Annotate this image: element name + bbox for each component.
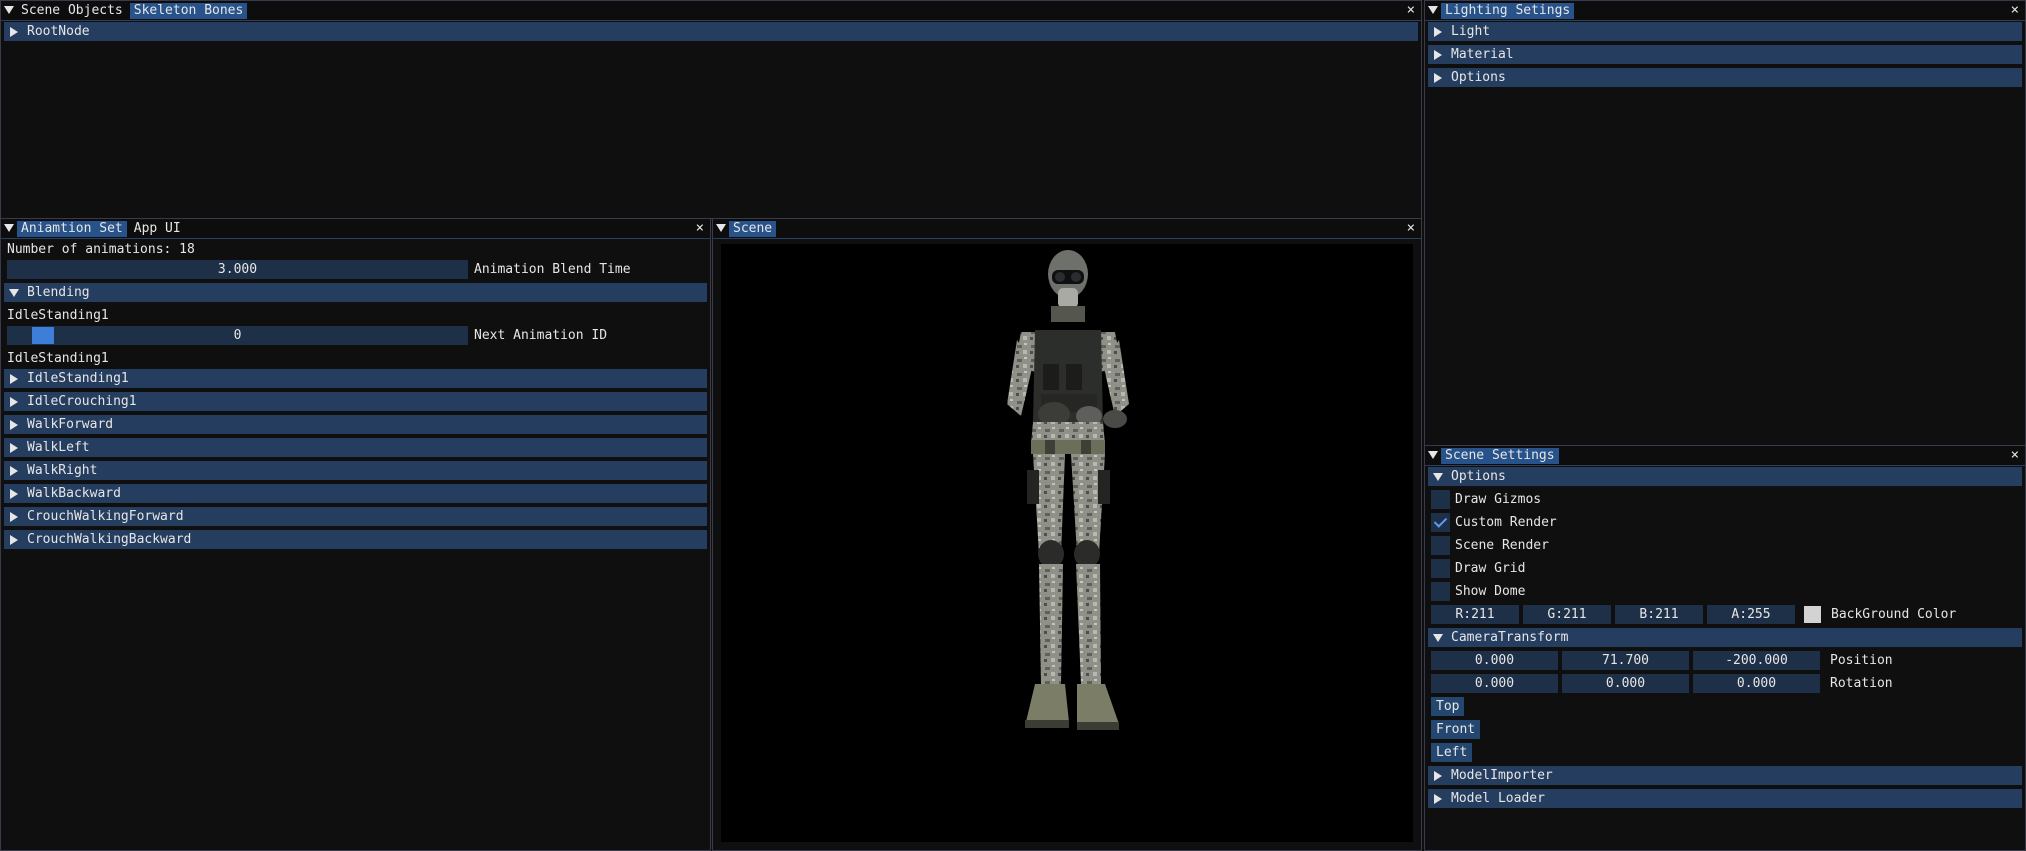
checkbox-label: Show Dome xyxy=(1455,584,1526,599)
top-button[interactable]: Top xyxy=(1431,697,1465,716)
left-button[interactable]: Left xyxy=(1431,743,1473,762)
tab-app-ui[interactable]: App UI xyxy=(130,221,185,237)
scene-objects-titlebar[interactable]: Scene Objects Skeleton Bones × xyxy=(1,1,1421,21)
rotation-z-field[interactable]: 0.000 xyxy=(1693,674,1820,693)
animation-set-window: Aniamtion Set App UI × Number of animati… xyxy=(0,218,711,851)
selected-animation-text: IdleStanding1 xyxy=(7,351,109,366)
animation-item[interactable]: CrouchWalkingForward xyxy=(4,507,707,526)
color-r-field[interactable]: R:211 xyxy=(1431,605,1519,624)
camera-transform-header[interactable]: CameraTransform xyxy=(1428,628,2022,647)
position-label: Position xyxy=(1830,653,1893,668)
animation-count: Number of animations: 18 xyxy=(7,242,195,257)
color-a-field[interactable]: A:255 xyxy=(1707,605,1795,624)
checkbox-show-dome[interactable]: Show Dome xyxy=(1431,582,2022,601)
tab-skeleton-bones[interactable]: Skeleton Bones xyxy=(129,3,248,19)
section-light[interactable]: Light xyxy=(1428,22,2022,41)
animation-item[interactable]: IdleStanding1 xyxy=(4,369,707,388)
animation-item[interactable]: WalkRight xyxy=(4,461,707,480)
collapse-arrow-icon[interactable] xyxy=(4,224,14,232)
rotation-y-field[interactable]: 0.000 xyxy=(1562,674,1689,693)
checkbox-box[interactable] xyxy=(1431,536,1450,555)
scene-titlebar[interactable]: Scene × xyxy=(713,219,1421,239)
checkbox-box[interactable] xyxy=(1431,559,1450,578)
slider-grab[interactable] xyxy=(32,327,54,344)
rotation-x-field[interactable]: 0.000 xyxy=(1431,674,1558,693)
checkbox-box[interactable] xyxy=(1431,582,1450,601)
animation-item[interactable]: WalkForward xyxy=(4,415,707,434)
animation-item[interactable]: WalkLeft xyxy=(4,438,707,457)
animation-titlebar[interactable]: Aniamtion Set App UI × xyxy=(1,219,710,239)
close-icon[interactable]: × xyxy=(696,219,704,238)
next-animation-slider[interactable]: 0 xyxy=(7,326,468,345)
checkbox-label: Draw Gizmos xyxy=(1455,492,1542,507)
color-b-field[interactable]: B:211 xyxy=(1615,605,1703,624)
scene-settings-titlebar[interactable]: Scene Settings × xyxy=(1425,446,2025,466)
section-material[interactable]: Material xyxy=(1428,45,2022,64)
next-animation-value: 0 xyxy=(233,328,242,343)
front-button[interactable]: Front xyxy=(1431,720,1481,739)
checkbox-box[interactable] xyxy=(1431,490,1450,509)
position-z-field[interactable]: -200.000 xyxy=(1693,651,1820,670)
color-g-field[interactable]: G:211 xyxy=(1523,605,1611,624)
animation-item[interactable]: WalkBackward xyxy=(4,484,707,503)
scene-title[interactable]: Scene xyxy=(729,221,777,237)
color-swatch[interactable] xyxy=(1804,606,1821,623)
checkbox-custom-render[interactable]: Custom Render xyxy=(1431,513,2022,532)
section-options[interactable]: Options xyxy=(1428,68,2022,87)
soldier-model xyxy=(1007,250,1129,730)
checkbox-scene-render[interactable]: Scene Render xyxy=(1431,536,2022,555)
model-importer-header[interactable]: ModelImporter xyxy=(1428,766,2022,785)
next-animation-label: Next Animation ID xyxy=(474,328,608,343)
collapse-arrow-icon[interactable] xyxy=(716,224,726,232)
tab-scene-objects[interactable]: Scene Objects xyxy=(17,3,127,19)
scene-window: Scene × xyxy=(712,218,1422,851)
collapse-arrow-icon[interactable] xyxy=(1428,451,1438,459)
lighting-title[interactable]: Lighting Setings xyxy=(1441,3,1575,19)
position-y-field[interactable]: 71.700 xyxy=(1562,651,1689,670)
scene-objects-window: Scene Objects Skeleton Bones × RootNode xyxy=(0,0,1422,219)
scene-settings-title[interactable]: Scene Settings xyxy=(1441,448,1559,464)
close-icon[interactable]: × xyxy=(2011,446,2019,465)
animation-item[interactable]: IdleCrouching1 xyxy=(4,392,707,411)
current-animation-text: IdleStanding1 xyxy=(7,308,109,323)
checkbox-draw-gizmos[interactable]: Draw Gizmos xyxy=(1431,490,2022,509)
position-x-field[interactable]: 0.000 xyxy=(1431,651,1558,670)
close-icon[interactable]: × xyxy=(2011,1,2019,20)
scene-settings-window: Scene Settings × Options Draw Gizmos Cus… xyxy=(1424,445,2026,851)
model-loader-header[interactable]: Model Loader xyxy=(1428,789,2022,808)
checkmark-icon[interactable] xyxy=(1431,513,1450,532)
lighting-titlebar[interactable]: Lighting Setings × xyxy=(1425,1,2025,21)
options-header[interactable]: Options xyxy=(1428,467,2022,486)
blending-header[interactable]: Blending xyxy=(4,283,707,302)
close-icon[interactable]: × xyxy=(1407,219,1415,238)
collapse-arrow-icon[interactable] xyxy=(4,6,14,14)
scene-viewport[interactable] xyxy=(721,244,1413,842)
collapse-arrow-icon[interactable] xyxy=(1428,6,1438,14)
lighting-settings-window: Lighting Setings × Light Material Option… xyxy=(1424,0,2026,446)
close-icon[interactable]: × xyxy=(1407,1,1415,20)
checkbox-draw-grid[interactable]: Draw Grid xyxy=(1431,559,2022,578)
blend-time-label: Animation Blend Time xyxy=(474,262,631,277)
rotation-label: Rotation xyxy=(1830,676,1893,691)
tree-node-rootnode[interactable]: RootNode xyxy=(4,22,1418,41)
checkbox-label: Draw Grid xyxy=(1455,561,1526,576)
blend-time-drag[interactable]: 3.000 xyxy=(7,260,468,279)
animation-item[interactable]: CrouchWalkingBackward xyxy=(4,530,707,549)
tab-animation-set[interactable]: Aniamtion Set xyxy=(17,221,127,237)
checkbox-label: Scene Render xyxy=(1455,538,1549,553)
checkbox-label: Custom Render xyxy=(1455,515,1557,530)
background-color-label: BackGround Color xyxy=(1831,607,1957,622)
